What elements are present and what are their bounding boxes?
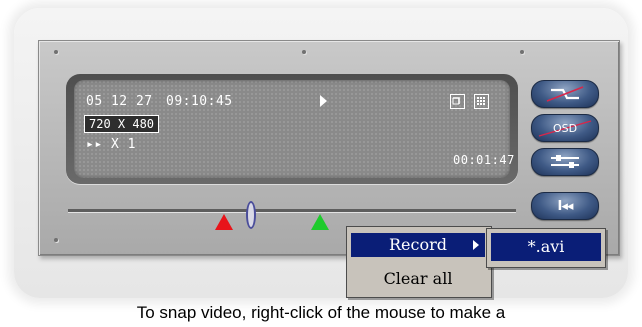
submenu-item-avi[interactable]: *.avi [491,233,601,261]
resolution-readout: 720 X 480 [84,115,160,133]
fullscreen-icon[interactable] [450,94,465,109]
time-readout: 09:10:45 [166,94,233,109]
start-marker-icon[interactable] [215,214,233,230]
capture-icon [546,86,584,102]
screw-decoration [54,50,58,54]
grid-view-icon[interactable] [474,94,489,109]
screw-decoration [54,238,58,242]
settings-icon [551,155,579,168]
submenu-item-avi-label: *.avi [527,237,565,256]
instruction-caption: To snap video, right-click of the mouse … [136,303,506,322]
menu-item-clear-all-label: Clear all [383,269,453,288]
menu-item-record-label: Record [389,235,447,254]
menu-item-record[interactable]: Record [351,233,485,257]
osd-button-label: OSD [552,121,578,135]
seek-slider-thumb[interactable] [246,201,256,229]
rewind-to-start-button[interactable]: I◂◂ [531,192,599,220]
screw-decoration [302,50,306,54]
menu-item-clear-all[interactable]: Clear all [351,267,485,291]
submenu-arrow-icon [473,240,479,250]
record-submenu: *.avi [486,228,606,268]
play-icon [320,95,327,107]
playback-speed-readout: ▸▸ X 1 [86,137,136,152]
elapsed-time-readout: 00:01:47 [453,153,515,167]
screw-decoration [520,50,524,54]
end-marker-icon[interactable] [311,214,329,230]
date-readout: 05 12 27 [86,94,153,109]
seek-slider-track[interactable] [68,209,516,212]
rewind-to-start-icon: I◂◂ [557,198,574,214]
context-menu: Record Clear all [346,226,492,298]
settings-button[interactable] [531,148,599,176]
osd-button[interactable]: OSD [531,114,599,142]
capture-button[interactable] [531,80,599,108]
